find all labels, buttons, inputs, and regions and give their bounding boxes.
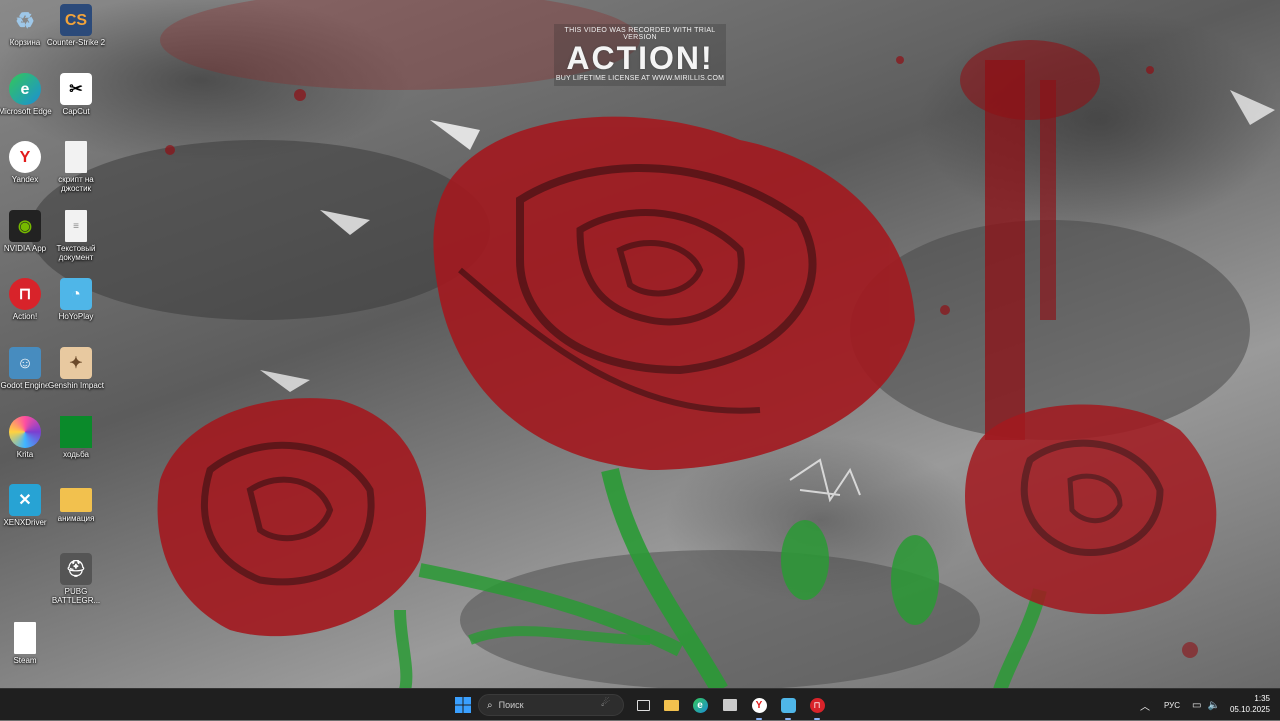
watermark-logo: ACTION! bbox=[566, 40, 714, 76]
yandex-icon: Y bbox=[9, 141, 41, 173]
taskbar-microsoft-store[interactable] bbox=[719, 694, 741, 716]
desktop-icon-steam[interactable]: Steam bbox=[0, 618, 57, 665]
desktop-icon-walking[interactable]: ходьба bbox=[44, 412, 108, 459]
genshin-icon: ✦ bbox=[60, 347, 92, 379]
clock-date: 05.10.2025 bbox=[1229, 705, 1270, 714]
desktop-icon-text-document[interactable]: ≡ Текстовый документ bbox=[44, 206, 108, 262]
file-explorer-icon bbox=[663, 699, 679, 711]
nvidia-icon: ◉ bbox=[9, 210, 41, 242]
desktop-icon-capcut[interactable]: ✂ CapCut bbox=[44, 69, 108, 116]
folder-icon bbox=[60, 488, 92, 512]
chevron-up-icon: ︿ bbox=[1140, 701, 1150, 713]
desktop-icon-label: Counter-Strike 2 bbox=[46, 38, 106, 47]
taskbar-search-box[interactable]: ⌕ Поиск ☄ bbox=[478, 694, 624, 716]
desktop-icon-label: Текстовый документ bbox=[56, 244, 96, 262]
network-icon: ▭ bbox=[1192, 699, 1202, 711]
taskbar-action-recorder[interactable]: ⊓ bbox=[806, 694, 828, 720]
capcut-icon: ✂ bbox=[60, 73, 92, 105]
godot-icon: ☺ bbox=[9, 347, 41, 379]
volume-icon: 🔈 bbox=[1207, 699, 1220, 711]
watermark-top-text: THIS VIDEO WAS RECORDED WITH TRIAL VERSI… bbox=[564, 27, 716, 41]
hoyoplay-icon bbox=[780, 697, 796, 713]
desktop-icon-joystick-script[interactable]: скрипт на джостик bbox=[44, 137, 108, 193]
edge-icon: e bbox=[9, 73, 41, 105]
yandex-browser-icon: Y bbox=[751, 697, 767, 713]
desktop-icon-animation[interactable]: анимация bbox=[44, 480, 108, 523]
language-indicator: РУС bbox=[1164, 700, 1181, 710]
counter-strike-icon: CS bbox=[60, 4, 92, 36]
desktop-icon-label: анимация bbox=[57, 514, 95, 523]
desktop-icon-label: HoYoPlay bbox=[58, 312, 94, 321]
desktop-icon-label: CapCut bbox=[62, 107, 90, 116]
windows-start-icon bbox=[455, 697, 471, 713]
edge-icon: e bbox=[692, 697, 708, 713]
desktop-icon-genshin[interactable]: ✦ Genshin Impact bbox=[44, 343, 108, 390]
pubg-icon: ⛑ bbox=[60, 553, 92, 585]
desktop-icon-pubg[interactable]: ⛑ PUBG BATTLEGR... bbox=[44, 549, 108, 605]
taskbar: ⌕ Поиск ☄ e Y ⊓ ︿ РУС ▭ 🔈 1:35 05.10.202… bbox=[0, 688, 1280, 720]
desktop-icon-label: Genshin Impact bbox=[47, 381, 105, 390]
desktop-icon-label: скрипт на джостик bbox=[58, 175, 94, 193]
desktop-icon-label: ходьба bbox=[63, 450, 89, 459]
image-file-icon bbox=[60, 416, 92, 448]
trial-watermark: THIS VIDEO WAS RECORDED WITH TRIAL VERSI… bbox=[554, 24, 726, 86]
desktop-icon-label: PUBG BATTLEGR... bbox=[51, 587, 101, 605]
taskbar-yandex-browser[interactable]: Y bbox=[748, 694, 770, 720]
krita-icon bbox=[9, 416, 41, 448]
text-document-icon: ≡ bbox=[65, 210, 87, 242]
taskbar-hoyoplay[interactable] bbox=[777, 694, 799, 720]
taskbar-file-explorer[interactable] bbox=[660, 694, 682, 716]
search-highlight-icon: ☄ bbox=[601, 698, 610, 709]
tray-overflow-chevron[interactable]: ︿ bbox=[1140, 689, 1150, 721]
desktop-icon-counter-strike[interactable]: CS Counter-Strike 2 bbox=[44, 0, 108, 47]
action-recorder-icon: ⊓ bbox=[809, 697, 825, 713]
start-button[interactable] bbox=[452, 694, 474, 716]
search-placeholder: Поиск bbox=[498, 700, 524, 710]
tray-quick-settings[interactable]: ▭ 🔈 bbox=[1192, 689, 1220, 721]
rose-painting bbox=[30, 0, 1275, 688]
taskbar-task-view[interactable] bbox=[632, 694, 654, 716]
microsoft-store-icon bbox=[723, 699, 737, 711]
hoyoplay-icon: ◔ bbox=[60, 278, 92, 310]
xenx-icon: ✕ bbox=[9, 484, 41, 516]
taskbar-edge[interactable]: e bbox=[689, 694, 711, 716]
desktop-icon-label: Steam bbox=[13, 656, 37, 665]
recycle-bin-icon: ♻ bbox=[15, 7, 35, 33]
blank-file-icon bbox=[14, 622, 36, 654]
tray-language[interactable]: РУС bbox=[1164, 689, 1180, 721]
tray-clock[interactable]: 1:35 05.10.2025 bbox=[1230, 693, 1270, 715]
text-file-icon bbox=[65, 141, 87, 173]
search-icon: ⌕ bbox=[487, 699, 493, 711]
task-view-icon bbox=[636, 699, 650, 711]
desktop-wallpaper bbox=[0, 0, 1280, 688]
action-icon: ⊓ bbox=[9, 278, 41, 310]
desktop-icon-hoyoplay[interactable]: ◔ HoYoPlay bbox=[44, 274, 108, 321]
clock-time: 1:35 bbox=[1254, 694, 1270, 703]
watermark-bottom-text: BUY LIFETIME LICENSE AT WWW.MIRILLIS.COM bbox=[555, 75, 725, 82]
